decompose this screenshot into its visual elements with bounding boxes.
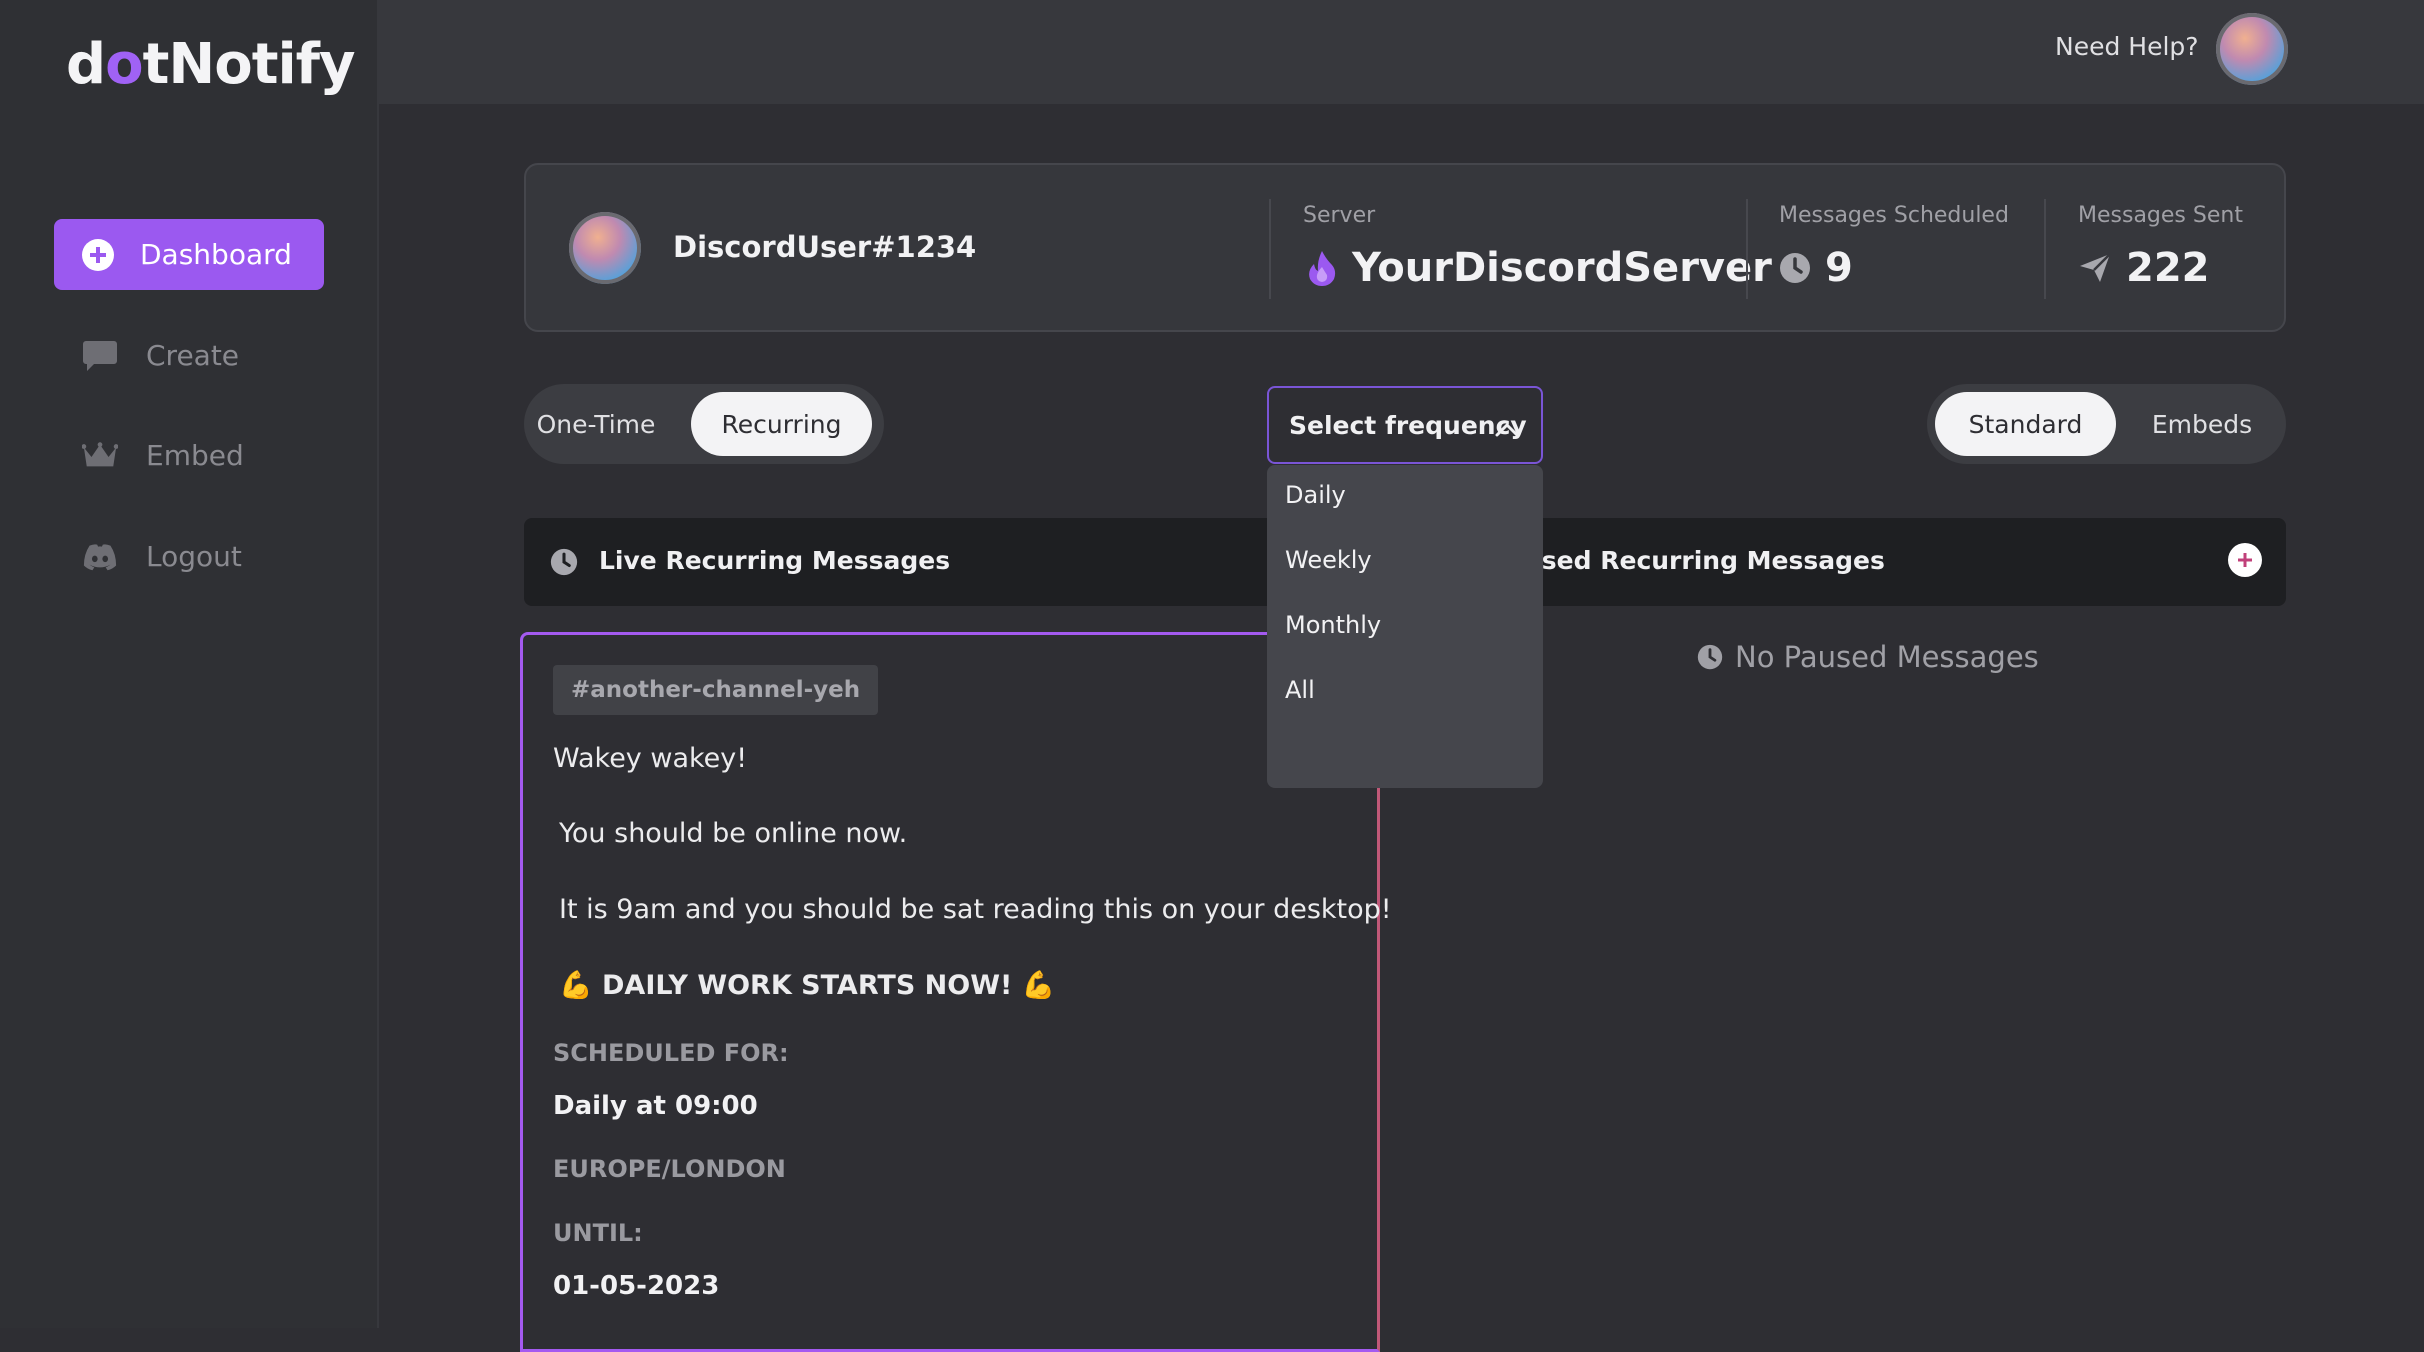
add-message-button[interactable] (2228, 543, 2262, 577)
frequency-option-weekly[interactable]: Weekly (1285, 546, 1372, 574)
stats-card: DiscordUser#1234 Server YourDiscordServe… (524, 163, 2286, 332)
tab-embeds[interactable]: Embeds (2132, 392, 2272, 456)
sidebar-item-label: Create (146, 339, 240, 372)
divider (1269, 199, 1271, 299)
tab-recurring[interactable]: Recurring (691, 392, 872, 456)
server-value: YourDiscordServer (1306, 245, 1772, 291)
frequency-dropdown: Daily Weekly Monthly All (1267, 465, 1543, 788)
sidebar-item-label: Embed (146, 439, 244, 472)
tab-standard[interactable]: Standard (1935, 392, 2116, 456)
scheduled-for-label: SCHEDULED FOR: (553, 1039, 789, 1067)
scheduled-for-value: Daily at 09:00 (553, 1091, 758, 1121)
sidebar-item-create[interactable]: Create (54, 320, 324, 391)
message-line: It is 9am and you should be sat reading … (559, 894, 1392, 925)
recurring-message-card[interactable]: #another-channel-yeh Wakey wakey! You sh… (520, 632, 1392, 1352)
clock-icon (1697, 644, 1723, 670)
message-format-toggle: Standard Embeds (1927, 384, 2286, 464)
sidebar-item-embed[interactable]: Embed (54, 420, 324, 491)
need-help-link[interactable]: Need Help? (2055, 32, 2199, 61)
clock-icon (550, 548, 578, 580)
clock-icon (1779, 252, 1811, 284)
until-label: UNTIL: (553, 1219, 643, 1247)
sidebar: dotNotify Dashboard Create Embed Logout (0, 0, 379, 1328)
until-value: 01-05-2023 (553, 1271, 720, 1301)
divider (1746, 199, 1748, 299)
paper-plane-icon (2078, 252, 2112, 284)
plus-circle-icon (80, 237, 116, 273)
flame-icon (1306, 249, 1338, 287)
message-line: You should be online now. (559, 818, 908, 849)
frequency-select[interactable]: Select frequency (1267, 386, 1543, 464)
message-line: 💪 DAILY WORK STARTS NOW! 💪 (559, 970, 1056, 1001)
messages-scheduled-value: 9 (1779, 245, 1853, 291)
crown-icon (82, 438, 118, 474)
messages-sent-value: 222 (2078, 245, 2210, 291)
no-paused-messages: No Paused Messages (1697, 640, 2039, 674)
messages-scheduled-label: Messages Scheduled (1779, 203, 2009, 228)
divider (2044, 199, 2046, 299)
frequency-option-daily[interactable]: Daily (1285, 481, 1346, 509)
sidebar-item-label: Dashboard (140, 238, 292, 271)
chat-bubble-icon (82, 338, 118, 374)
sidebar-item-logout[interactable]: Logout (54, 521, 324, 592)
frequency-option-all[interactable]: All (1285, 676, 1315, 704)
sidebar-item-label: Logout (146, 540, 242, 573)
tab-one-time[interactable]: One-Time (536, 392, 656, 456)
live-recurring-title[interactable]: Live Recurring Messages (599, 546, 950, 575)
discord-user-avatar (569, 212, 641, 284)
server-label: Server (1303, 203, 1376, 228)
server-name: YourDiscordServer (1352, 245, 1772, 291)
messages-sent-label: Messages Sent (2078, 203, 2243, 228)
discord-icon (82, 539, 118, 575)
paused-recurring-title[interactable]: used Recurring Messages (1524, 546, 1885, 575)
sidebar-item-dashboard[interactable]: Dashboard (54, 219, 324, 290)
username: DiscordUser#1234 (673, 230, 977, 264)
message-type-toggle: One-Time Recurring (524, 384, 884, 464)
message-line: Wakey wakey! (553, 743, 748, 774)
frequency-select-label: Select frequency (1289, 410, 1527, 440)
chevron-up-icon (1495, 414, 1519, 443)
app-logo[interactable]: dotNotify (66, 32, 356, 97)
timezone-label: EUROPE/LONDON (553, 1155, 786, 1183)
frequency-option-monthly[interactable]: Monthly (1285, 611, 1381, 639)
channel-chip: #another-channel-yeh (553, 665, 879, 715)
user-avatar[interactable] (2216, 13, 2288, 85)
plus-icon (2238, 553, 2252, 567)
